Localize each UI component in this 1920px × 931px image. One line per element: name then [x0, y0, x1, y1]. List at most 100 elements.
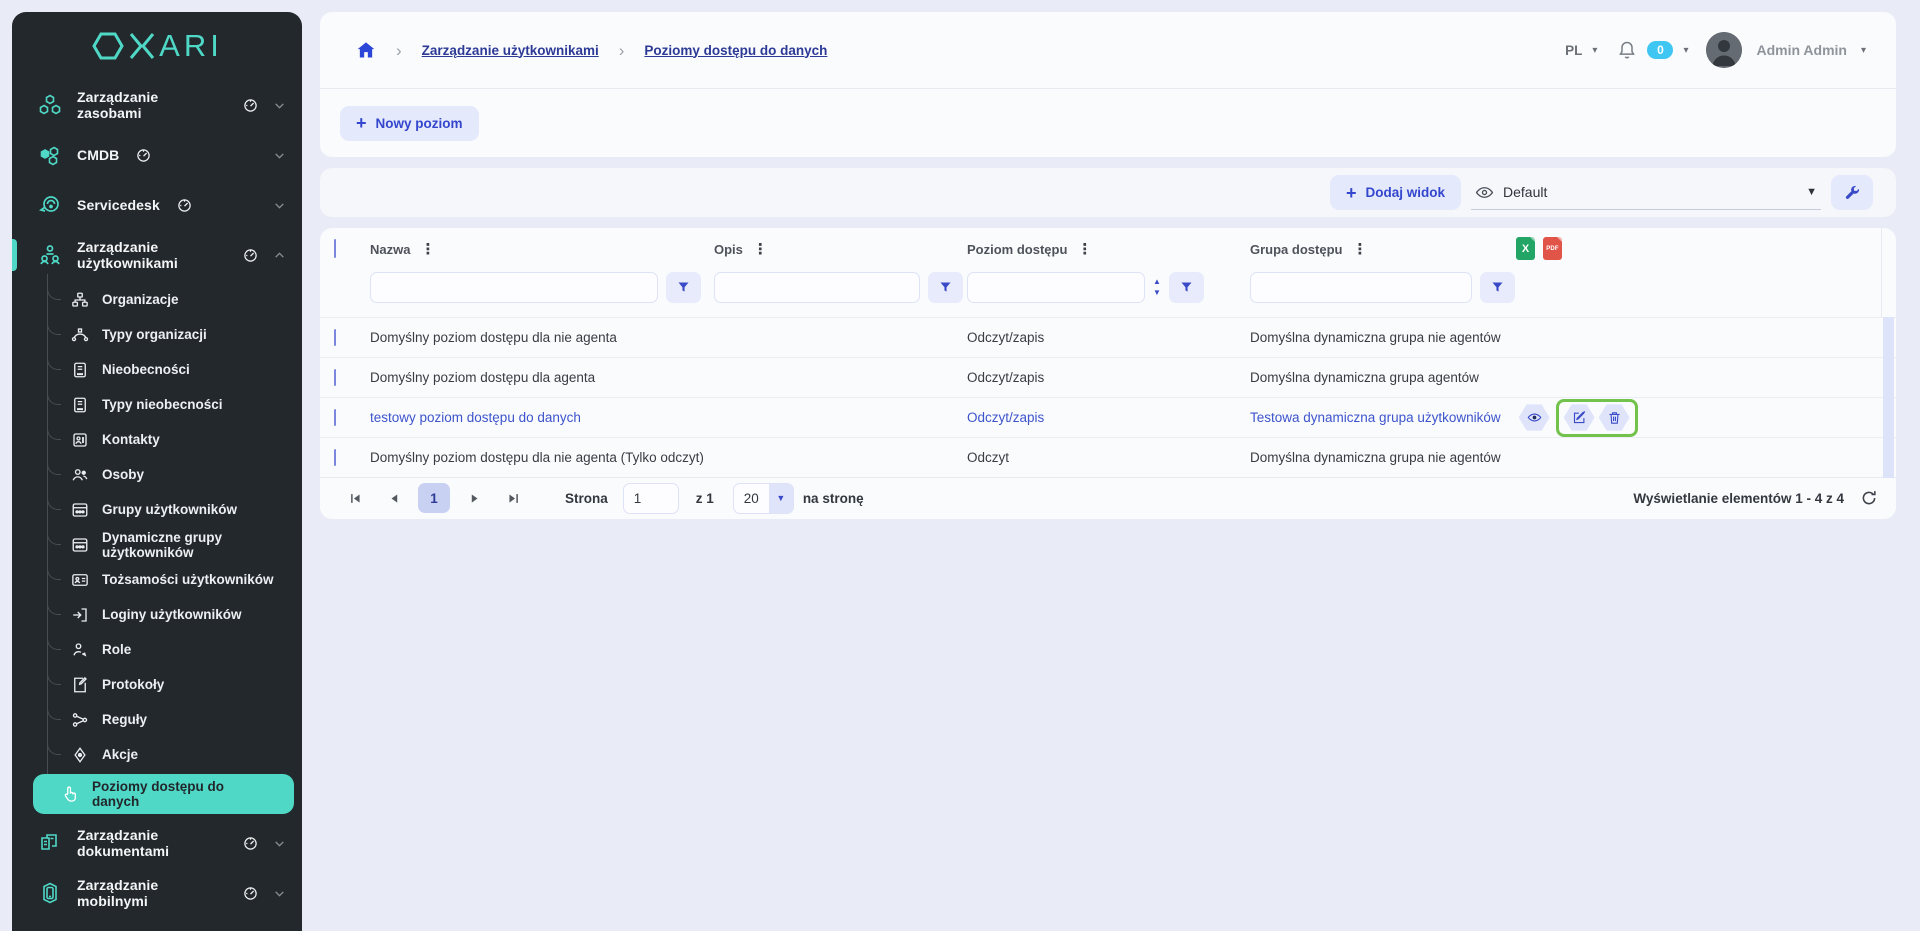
- refresh-button[interactable]: [1860, 489, 1878, 507]
- sidebar-subitem-typy-organizacji[interactable]: Typy organizacji: [47, 317, 302, 352]
- row-checkbox[interactable]: [334, 369, 336, 386]
- column-menu-icon[interactable]: ⋮: [420, 240, 435, 258]
- filter-input-grupa-dostepu[interactable]: [1250, 272, 1472, 303]
- sidebar-subitem-role[interactable]: Role: [47, 632, 302, 667]
- table-row[interactable]: Domyślny poziom dostępu dla nie agenta (…: [320, 437, 1896, 477]
- breadcrumb-link-user-management[interactable]: Zarządzanie użytkownikami: [422, 43, 599, 58]
- sidebar-subitem-protokoly[interactable]: Protokoły: [47, 667, 302, 702]
- servicedesk-icon: [38, 193, 62, 217]
- chevron-down-icon: ▼: [1806, 186, 1817, 198]
- notifications-bell-icon[interactable]: [1617, 40, 1637, 60]
- sidebar-subitem-akcje[interactable]: Akcje: [47, 737, 302, 772]
- export-excel-icon[interactable]: X: [1516, 237, 1535, 260]
- sidebar-subitem-loginy-uzytkownikow[interactable]: Loginy użytkowników: [47, 597, 302, 632]
- column-menu-icon[interactable]: ⋮: [753, 240, 768, 258]
- filter-input-opis[interactable]: [714, 272, 920, 303]
- plus-icon: +: [1346, 184, 1357, 202]
- mobile-device-icon: [38, 881, 62, 905]
- column-menu-icon[interactable]: ⋮: [1077, 240, 1092, 258]
- sidebar-item-zarzadzanie-dokumentami[interactable]: Zarządzanie dokumentami: [12, 818, 302, 868]
- export-pdf-icon[interactable]: PDF: [1543, 237, 1562, 260]
- filter-input-nazwa[interactable]: [370, 272, 658, 303]
- filter-input-poziom-dostepu[interactable]: [967, 272, 1145, 303]
- header-controls: PL ▾ 0 ▾ Admin Admin ▾: [1565, 32, 1866, 68]
- pagination-page-1[interactable]: 1: [418, 483, 450, 513]
- cell-nazwa[interactable]: testowy poziom dostępu do danych: [370, 410, 714, 425]
- sidebar-subitem-organizacje[interactable]: Organizacje: [47, 282, 302, 317]
- pagination-next-button[interactable]: [459, 484, 489, 512]
- chevron-down-icon: [273, 99, 286, 112]
- target-icon: [71, 746, 89, 764]
- row-checkbox[interactable]: [334, 449, 336, 466]
- table-row[interactable]: Domyślny poziom dostępu dla nie agenta O…: [320, 317, 1896, 357]
- select-all-checkbox[interactable]: [334, 239, 336, 258]
- sidebar-subitem-tozsamosci-uzytkownikow[interactable]: Tożsamości użytkowników: [47, 562, 302, 597]
- filter-spinner[interactable]: ▲ ▼: [1153, 278, 1161, 297]
- wrench-icon: [1843, 184, 1861, 202]
- sidebar-subitem-poziomy-dostepu-do-danych[interactable]: Poziomy dostępu do danych: [33, 774, 294, 814]
- cell-nazwa: Domyślny poziom dostępu dla nie agenta (…: [370, 450, 714, 465]
- chevron-down-icon[interactable]: ▾: [1861, 45, 1866, 56]
- home-icon[interactable]: [356, 40, 376, 60]
- sidebar-item-zarzadzanie-uzytkownikami[interactable]: Zarządzanie użytkownikami: [12, 230, 302, 280]
- sidebar-subitem-dynamiczne-grupy-uzytkownikow[interactable]: Dynamiczne grupy użytkowników: [47, 527, 302, 562]
- filter-funnel-button[interactable]: [1480, 272, 1515, 303]
- sidebar-item-zarzadzanie-zasobami[interactable]: Zarządzanie zasobami: [12, 80, 302, 130]
- chevron-up-icon: [273, 249, 286, 262]
- filter-funnel-button[interactable]: [928, 272, 963, 303]
- user-name[interactable]: Admin Admin: [1756, 42, 1846, 58]
- view-settings-wrench-button[interactable]: [1831, 175, 1873, 210]
- per-page-label: na stronę: [803, 491, 864, 506]
- sidebar-subitem-kontakty[interactable]: Kontakty: [47, 422, 302, 457]
- sidebar-item-zarzadzanie-mobilnymi[interactable]: Zarządzanie mobilnymi: [12, 868, 302, 918]
- sidebar-item-ustawienia[interactable]: Ustawienia: [12, 918, 302, 931]
- sidebar-subitem-grupy-uzytkownikow[interactable]: Grupy użytkowników: [47, 492, 302, 527]
- sidebar-subitem-osoby[interactable]: Osoby: [47, 457, 302, 492]
- table-row-highlighted[interactable]: testowy poziom dostępu do danych Odczyt/…: [320, 397, 1896, 437]
- funnel-icon: [1179, 280, 1194, 295]
- subitem-label: Tożsamości użytkowników: [102, 572, 274, 587]
- cell-grupa-dostepu[interactable]: Testowa dynamiczna grupa użytkowników: [1250, 410, 1501, 425]
- pagination-last-button[interactable]: [498, 484, 528, 512]
- language-selector[interactable]: PL: [1565, 43, 1582, 58]
- row-checkbox[interactable]: [334, 409, 336, 426]
- pagination-first-button[interactable]: [340, 484, 370, 512]
- table-row[interactable]: Domyślny poziom dostępu dla agenta Odczy…: [320, 357, 1896, 397]
- subitem-label: Typy nieobecności: [102, 397, 223, 412]
- column-menu-icon[interactable]: ⋮: [1352, 240, 1367, 258]
- avatar[interactable]: [1706, 32, 1742, 68]
- page-size-select[interactable]: 20 ▼: [733, 483, 794, 514]
- subitem-label: Kontakty: [102, 432, 160, 447]
- column-header-grupa-dostepu: Grupa dostępu: [1250, 242, 1342, 257]
- pagination-prev-button[interactable]: [379, 484, 409, 512]
- table-scrollbar-thumb[interactable]: [1883, 317, 1894, 478]
- delete-button[interactable]: [1599, 404, 1630, 432]
- spinner-down-icon[interactable]: ▼: [1153, 289, 1161, 297]
- sidebar-subitem-reguly[interactable]: Reguły: [47, 702, 302, 737]
- preview-eye-button[interactable]: [1519, 404, 1550, 432]
- add-view-button[interactable]: + Dodaj widok: [1330, 175, 1461, 210]
- view-select[interactable]: Default ▼: [1471, 176, 1821, 210]
- sidebar-item-label: Zarządzanie mobilnymi: [77, 877, 226, 909]
- filter-funnel-button[interactable]: [1169, 272, 1204, 303]
- sidebar-subitem-typy-nieobecnosci[interactable]: Typy nieobecności: [47, 387, 302, 422]
- sidebar-subitem-nieobecnosci[interactable]: Nieobecności: [47, 352, 302, 387]
- oxari-logo[interactable]: ARI: [12, 12, 302, 80]
- filter-funnel-button[interactable]: [666, 272, 701, 303]
- edit-button[interactable]: [1564, 404, 1595, 432]
- chevron-down-icon[interactable]: ▾: [1592, 45, 1597, 56]
- spinner-up-icon[interactable]: ▲: [1153, 278, 1161, 286]
- row-checkbox[interactable]: [334, 329, 336, 346]
- chevron-down-icon: [273, 149, 286, 162]
- sidebar-item-servicedesk[interactable]: Servicedesk: [12, 180, 302, 230]
- breadcrumb-link-data-access-levels[interactable]: Poziomy dostępu do danych: [644, 43, 827, 58]
- sidebar-item-label: CMDB: [77, 147, 119, 163]
- login-icon: [71, 606, 89, 624]
- sidebar-item-cmdb[interactable]: CMDB: [12, 130, 302, 180]
- chevron-down-icon[interactable]: ▾: [1683, 45, 1688, 56]
- sidebar-nav: Zarządzanie zasobami CMDB Serv: [12, 80, 302, 931]
- new-level-button[interactable]: + Nowy poziom: [340, 106, 479, 141]
- notification-count-badge[interactable]: 0: [1647, 41, 1673, 59]
- page-number-input[interactable]: [623, 483, 679, 514]
- dashboard-icon: [136, 148, 151, 163]
